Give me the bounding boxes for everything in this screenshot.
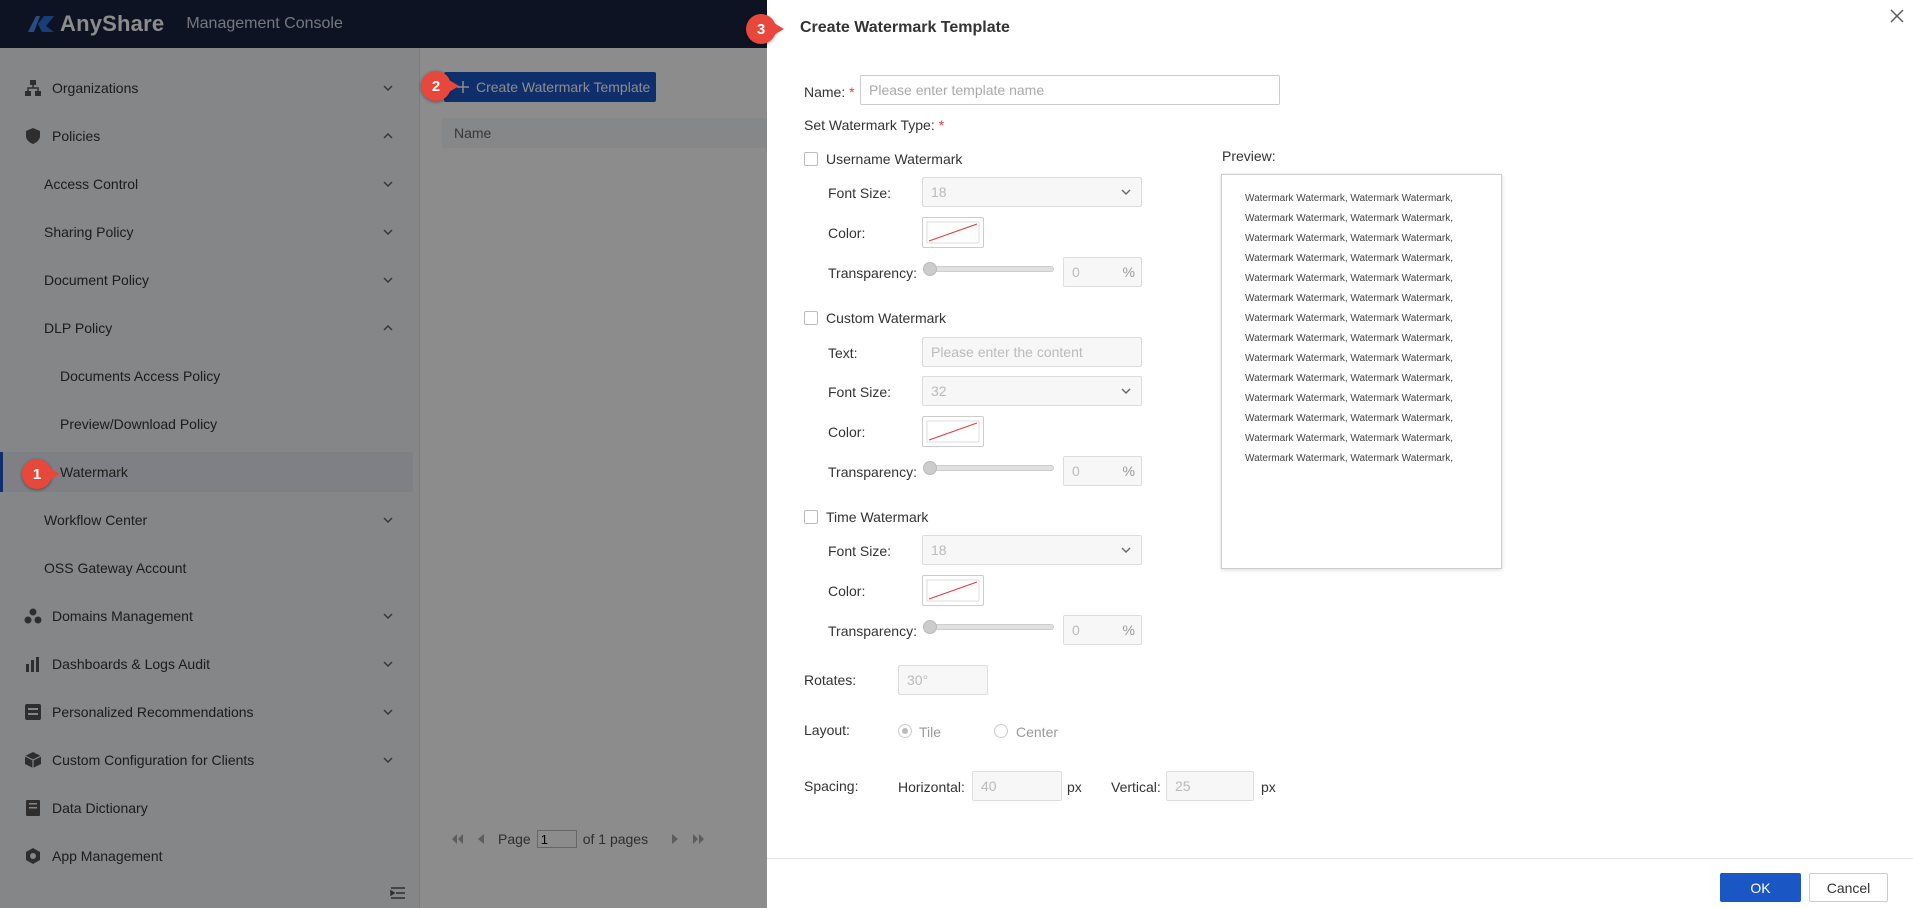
transparency-label: Transparency: (828, 464, 917, 480)
no-color-icon (926, 221, 980, 244)
dialog-title: Create Watermark Template (800, 19, 1010, 36)
font-size-label: Font Size: (828, 384, 892, 400)
layout-center-label[interactable]: Center (1016, 724, 1058, 740)
username-color-picker[interactable] (922, 217, 984, 248)
preview-text-line: Watermark Watermark, Watermark Watermark… (1245, 193, 1453, 204)
dialog-footer-divider (767, 858, 1913, 859)
preview-text-line: Watermark Watermark, Watermark Watermark… (1245, 413, 1453, 424)
no-color-icon (926, 420, 980, 443)
custom-watermark-label[interactable]: Custom Watermark (826, 310, 946, 326)
custom-transparency-input[interactable]: 0% (1063, 456, 1142, 486)
layout-label: Layout: (804, 722, 850, 738)
preview-text-line: Watermark Watermark, Watermark Watermark… (1245, 453, 1453, 464)
time-watermark-label[interactable]: Time Watermark (826, 509, 928, 525)
time-color-picker[interactable] (922, 575, 984, 606)
username-transparency-input[interactable]: 0% (1063, 257, 1142, 287)
preview-text-line: Watermark Watermark, Watermark Watermark… (1245, 353, 1453, 364)
slider-handle[interactable] (923, 262, 937, 276)
username-font-size-select[interactable]: 18 (922, 177, 1142, 207)
custom-font-size-select[interactable]: 32 (922, 376, 1142, 406)
layout-center-radio[interactable] (994, 724, 1008, 738)
px-unit: px (1067, 779, 1082, 795)
watermark-type-label: Set Watermark Type: * (804, 117, 945, 133)
vertical-spacing-input[interactable]: 25 (1166, 771, 1254, 801)
chevron-down-icon (1121, 388, 1131, 394)
preview-text-line: Watermark Watermark, Watermark Watermark… (1245, 433, 1453, 444)
color-label: Color: (828, 225, 866, 241)
color-label: Color: (828, 424, 866, 440)
cancel-button[interactable]: Cancel (1809, 873, 1888, 902)
close-icon[interactable] (1889, 8, 1905, 24)
preview-text-line: Watermark Watermark, Watermark Watermark… (1245, 273, 1453, 284)
text-label: Text: (828, 345, 858, 361)
transparency-label: Transparency: (828, 623, 917, 639)
horizontal-label: Horizontal: (898, 779, 965, 795)
preview-label: Preview: (1222, 148, 1276, 164)
preview-text-line: Watermark Watermark, Watermark Watermark… (1245, 213, 1453, 224)
preview-text-line: Watermark Watermark, Watermark Watermark… (1245, 313, 1453, 324)
watermark-preview: Watermark Watermark, Watermark Watermark… (1221, 174, 1502, 569)
chevron-down-icon (1121, 547, 1131, 553)
px-unit: px (1261, 779, 1276, 795)
preview-text-line: Watermark Watermark, Watermark Watermark… (1245, 373, 1453, 384)
rotates-label: Rotates: (804, 672, 857, 688)
layout-tile-label[interactable]: Tile (919, 724, 941, 740)
preview-text-line: Watermark Watermark, Watermark Watermark… (1245, 253, 1453, 264)
time-transparency-slider[interactable] (923, 620, 1054, 634)
rotates-input[interactable]: 30° (898, 665, 988, 695)
preview-text-line: Watermark Watermark, Watermark Watermark… (1245, 393, 1453, 404)
custom-color-picker[interactable] (922, 416, 984, 447)
custom-transparency-slider[interactable] (923, 461, 1054, 475)
name-label: Name: * (804, 84, 855, 100)
horizontal-spacing-input[interactable]: 40 (972, 771, 1062, 801)
custom-text-input[interactable]: Please enter the content (922, 337, 1142, 367)
slider-handle[interactable] (923, 461, 937, 475)
layout-tile-radio[interactable] (898, 724, 912, 738)
custom-watermark-checkbox[interactable] (804, 311, 818, 325)
time-transparency-input[interactable]: 0% (1063, 615, 1142, 645)
username-watermark-label[interactable]: Username Watermark (826, 151, 962, 167)
spacing-label: Spacing: (804, 778, 859, 794)
username-transparency-slider[interactable] (923, 262, 1054, 276)
slider-handle[interactable] (923, 620, 937, 634)
step-badge-1: 1 (22, 459, 60, 489)
username-watermark-checkbox[interactable] (804, 152, 818, 166)
font-size-label: Font Size: (828, 185, 892, 201)
ok-button[interactable]: OK (1720, 873, 1801, 902)
modal-overlay[interactable] (0, 0, 767, 908)
preview-text-line: Watermark Watermark, Watermark Watermark… (1245, 233, 1453, 244)
time-font-size-select[interactable]: 18 (922, 535, 1142, 565)
no-color-icon (926, 579, 980, 602)
preview-text-line: Watermark Watermark, Watermark Watermark… (1245, 333, 1453, 344)
step-badge-3: 3 (746, 14, 784, 44)
preview-text-line: Watermark Watermark, Watermark Watermark… (1245, 293, 1453, 304)
template-name-input[interactable]: Please enter template name (860, 75, 1280, 105)
color-label: Color: (828, 583, 866, 599)
chevron-down-icon (1121, 189, 1131, 195)
font-size-label: Font Size: (828, 543, 892, 559)
time-watermark-checkbox[interactable] (804, 510, 818, 524)
transparency-label: Transparency: (828, 265, 917, 281)
step-badge-2: 2 (421, 71, 459, 101)
vertical-label: Vertical: (1111, 779, 1161, 795)
